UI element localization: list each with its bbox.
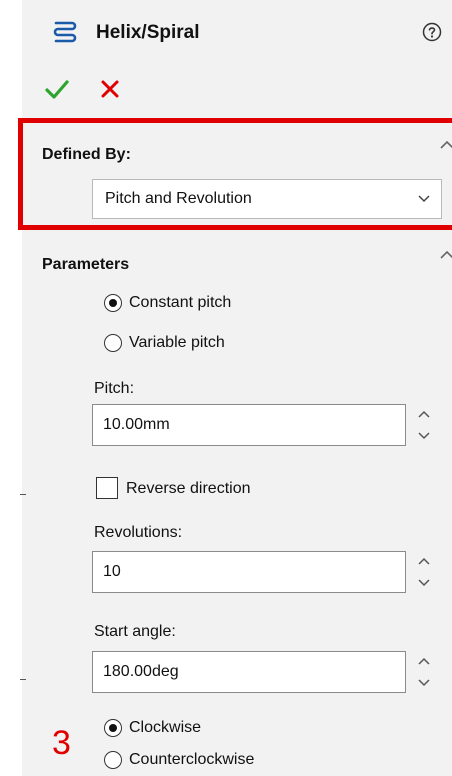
divider-tick: [20, 494, 26, 495]
radio-counterclockwise[interactable]: Counterclockwise: [104, 751, 254, 769]
radio-label: Constant pitch: [129, 294, 232, 311]
revolutions-spinner-icon[interactable]: [416, 552, 432, 592]
parameters-header[interactable]: Parameters: [42, 256, 129, 274]
step-number-annotation: 3: [52, 724, 71, 762]
start-angle-label: Start angle:: [94, 623, 176, 640]
radio-label: Clockwise: [129, 719, 202, 736]
start-angle-value: 180.00deg: [103, 663, 179, 680]
revolutions-label: Revolutions:: [94, 524, 183, 541]
divider-tick: [20, 679, 26, 680]
pitch-field[interactable]: 10.00mm: [92, 404, 406, 446]
revolutions-field[interactable]: 10: [92, 551, 406, 593]
page-title: Helix/Spiral: [96, 22, 200, 43]
pitch-spinner-icon[interactable]: [416, 405, 432, 445]
start-angle-spinner-icon[interactable]: [416, 652, 432, 692]
radio-button[interactable]: [104, 294, 122, 312]
radio-clockwise[interactable]: Clockwise: [104, 719, 201, 737]
help-icon[interactable]: [422, 22, 442, 42]
reverse-direction-checkbox[interactable]: [96, 477, 118, 499]
radio-button[interactable]: [104, 334, 122, 352]
reverse-direction-label: Reverse direction: [126, 480, 251, 497]
checkmark-icon[interactable]: [44, 78, 70, 100]
close-icon[interactable]: [100, 79, 120, 99]
radio-button[interactable]: [104, 719, 122, 737]
pitch-value: 10.00mm: [103, 416, 170, 433]
radio-label: Variable pitch: [129, 334, 225, 351]
radio-button[interactable]: [104, 751, 122, 769]
radio-constant-pitch[interactable]: Constant pitch: [104, 294, 231, 312]
start-angle-field[interactable]: 180.00deg: [92, 651, 406, 693]
collapse-caret-icon[interactable]: [440, 250, 452, 260]
radio-label: Counterclockwise: [129, 751, 255, 768]
highlight-box: [18, 118, 452, 230]
revolutions-value: 10: [103, 563, 121, 580]
radio-variable-pitch[interactable]: Variable pitch: [104, 334, 225, 352]
pitch-label: Pitch:: [94, 380, 135, 397]
helix-icon: [53, 21, 77, 43]
